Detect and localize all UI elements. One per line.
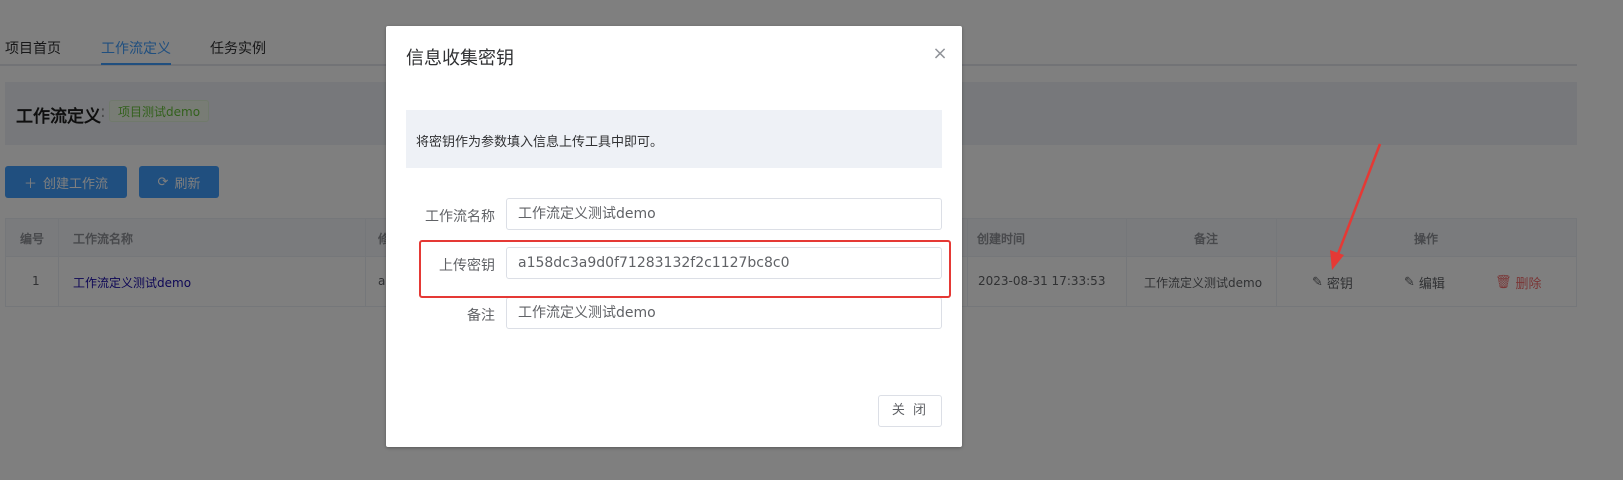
workflow-name-label: 工作流名称 — [425, 209, 495, 225]
remark-field[interactable]: 工作流定义测试demo — [506, 297, 942, 329]
secret-key-dialog: 信息收集密钥 × 将密钥作为参数填入信息上传工具中即可。 工作流名称 工作流定义… — [386, 26, 962, 447]
key-highlight-box — [419, 240, 951, 298]
remark-label: 备注 — [467, 308, 495, 324]
dialog-tip: 将密钥作为参数填入信息上传工具中即可。 — [406, 110, 942, 168]
dialog-title: 信息收集密钥 — [406, 48, 514, 69]
workflow-name-field[interactable]: 工作流定义测试demo — [506, 198, 942, 230]
close-icon[interactable]: × — [930, 44, 950, 64]
close-button[interactable]: 关 闭 — [878, 395, 942, 427]
